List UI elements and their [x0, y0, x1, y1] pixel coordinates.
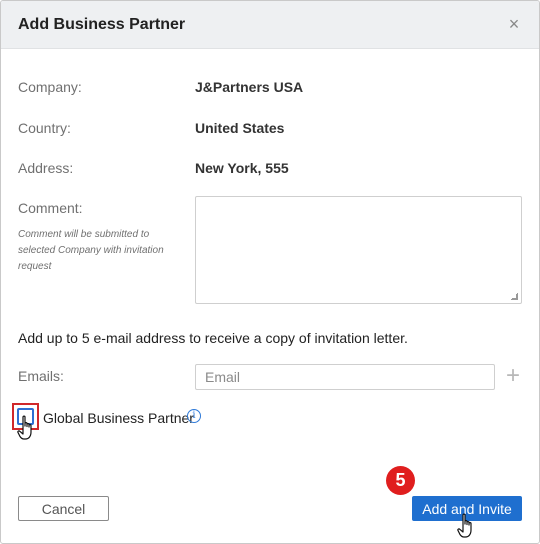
email-info-text: Add up to 5 e-mail address to receive a … — [18, 330, 408, 346]
company-label: Company: — [18, 79, 82, 95]
info-icon[interactable]: i — [187, 409, 201, 423]
cancel-button[interactable]: Cancel — [18, 496, 109, 521]
country-label: Country: — [18, 120, 71, 136]
comment-label: Comment: — [18, 200, 83, 216]
address-value: New York, 555 — [195, 160, 289, 176]
global-partner-checkbox[interactable] — [17, 408, 34, 425]
add-and-invite-button[interactable]: Add and Invite — [412, 496, 522, 521]
global-partner-label: Global Business Partner — [43, 410, 194, 426]
step-badge: 5 — [386, 466, 415, 495]
dialog-header: Add Business Partner × — [1, 1, 539, 49]
company-value: J&Partners USA — [195, 79, 304, 95]
plus-icon[interactable]: + — [502, 364, 524, 390]
email-input[interactable] — [195, 364, 495, 390]
emails-label: Emails: — [18, 368, 64, 384]
add-business-partner-dialog: Add Business Partner × Company: J&Partne… — [0, 0, 540, 544]
close-icon[interactable]: × — [503, 13, 525, 35]
address-label: Address: — [18, 160, 74, 176]
country-value: United States — [195, 120, 285, 136]
dialog-title: Add Business Partner — [18, 16, 186, 33]
comment-textarea[interactable] — [195, 196, 522, 304]
comment-hint: Comment will be submitted to selected Co… — [18, 229, 164, 272]
resize-grip-icon[interactable] — [511, 293, 518, 300]
